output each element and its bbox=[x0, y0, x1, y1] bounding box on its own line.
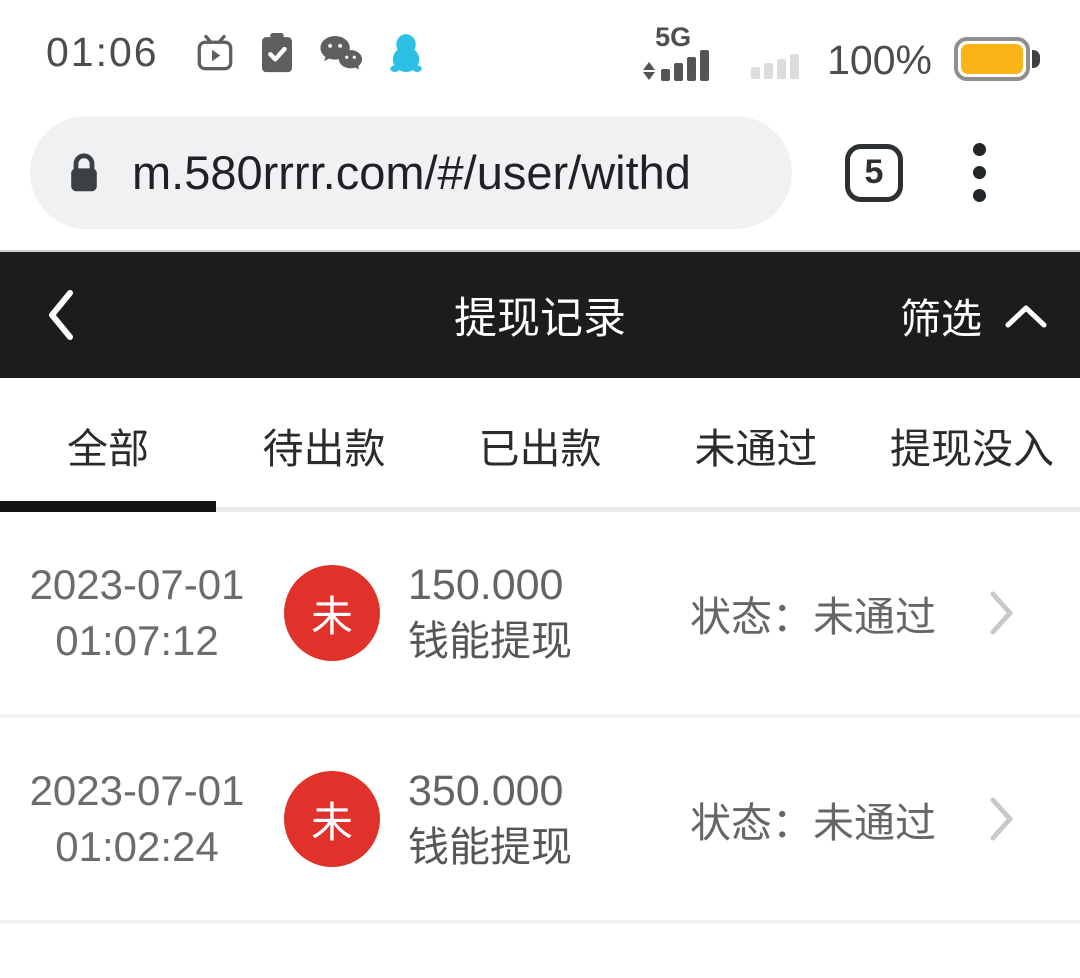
browser-toolbar: m.580rrrr.com/#/user/withd 5 bbox=[0, 95, 1080, 250]
back-chevron-icon[interactable] bbox=[40, 283, 82, 347]
status-time: 01:06 bbox=[46, 29, 159, 76]
qq-icon bbox=[388, 33, 424, 73]
signal-bars-secondary-icon bbox=[751, 54, 799, 79]
signal-5g-icon: 5G bbox=[643, 24, 709, 81]
notification-icons bbox=[195, 33, 424, 73]
tab-counter-button[interactable]: 5 bbox=[845, 144, 903, 202]
page-header: 提现记录 筛选 bbox=[0, 250, 1080, 378]
status-badge: 未 bbox=[284, 565, 380, 661]
tasks-icon bbox=[260, 33, 294, 73]
battery-percent-label: 100% bbox=[827, 40, 932, 81]
withdrawal-record-list: 2023-07-01 01:07:12 未 150.000 钱能提现 状态：未通… bbox=[0, 512, 1080, 924]
tab-pending[interactable]: 待出款 bbox=[216, 378, 432, 512]
record-method: 钱能提现 bbox=[408, 613, 572, 669]
withdrawal-record[interactable]: 2023-07-01 01:02:24 未 350.000 钱能提现 状态：未通… bbox=[0, 718, 1080, 924]
battery-fill bbox=[961, 44, 1023, 74]
record-method: 钱能提现 bbox=[408, 819, 572, 875]
url-omnibox[interactable]: m.580rrrr.com/#/user/withd bbox=[30, 116, 792, 229]
chevron-right-icon[interactable] bbox=[988, 589, 1016, 637]
record-status: 状态：未通过 bbox=[690, 583, 936, 643]
record-date: 2023-07-01 bbox=[12, 763, 262, 819]
signal-bars-icon bbox=[661, 50, 709, 81]
tab-not-received[interactable]: 提现没入 bbox=[864, 378, 1080, 512]
wechat-icon bbox=[319, 34, 363, 72]
page-title: 提现记录 bbox=[454, 284, 626, 346]
data-updown-arrows-icon bbox=[643, 62, 655, 80]
lock-icon[interactable] bbox=[66, 152, 102, 194]
status-indicators: 5G 100% bbox=[643, 24, 1040, 81]
record-amount: 150.000 bbox=[408, 557, 572, 613]
filter-label: 筛选 bbox=[900, 285, 982, 345]
record-amount-block: 150.000 钱能提现 bbox=[408, 557, 572, 669]
chevron-up-icon bbox=[1004, 292, 1048, 339]
filter-toggle[interactable]: 筛选 bbox=[900, 285, 1048, 345]
url-text[interactable]: m.580rrrr.com/#/user/withd bbox=[132, 145, 766, 200]
browser-menu-icon[interactable] bbox=[967, 137, 992, 208]
status-filter-tabs: 全部 待出款 已出款 未通过 提现没入 bbox=[0, 378, 1080, 512]
record-time: 01:02:24 bbox=[12, 819, 262, 875]
record-status: 状态：未通过 bbox=[690, 789, 936, 849]
tab-rejected[interactable]: 未通过 bbox=[648, 378, 864, 512]
video-app-icon bbox=[195, 34, 235, 72]
record-amount: 350.000 bbox=[408, 763, 572, 819]
status-bar: 01:06 bbox=[0, 0, 1080, 95]
tab-paid[interactable]: 已出款 bbox=[432, 378, 648, 512]
battery-icon bbox=[954, 37, 1040, 81]
chevron-right-icon[interactable] bbox=[988, 795, 1016, 843]
tab-all[interactable]: 全部 bbox=[0, 378, 216, 512]
record-datetime: 2023-07-01 01:07:12 bbox=[12, 557, 262, 669]
status-badge: 未 bbox=[284, 771, 380, 867]
record-time: 01:07:12 bbox=[12, 613, 262, 669]
withdrawal-record[interactable]: 2023-07-01 01:07:12 未 150.000 钱能提现 状态：未通… bbox=[0, 512, 1080, 718]
record-amount-block: 350.000 钱能提现 bbox=[408, 763, 572, 875]
record-datetime: 2023-07-01 01:02:24 bbox=[12, 763, 262, 875]
network-type-label: 5G bbox=[655, 24, 691, 51]
record-date: 2023-07-01 bbox=[12, 557, 262, 613]
